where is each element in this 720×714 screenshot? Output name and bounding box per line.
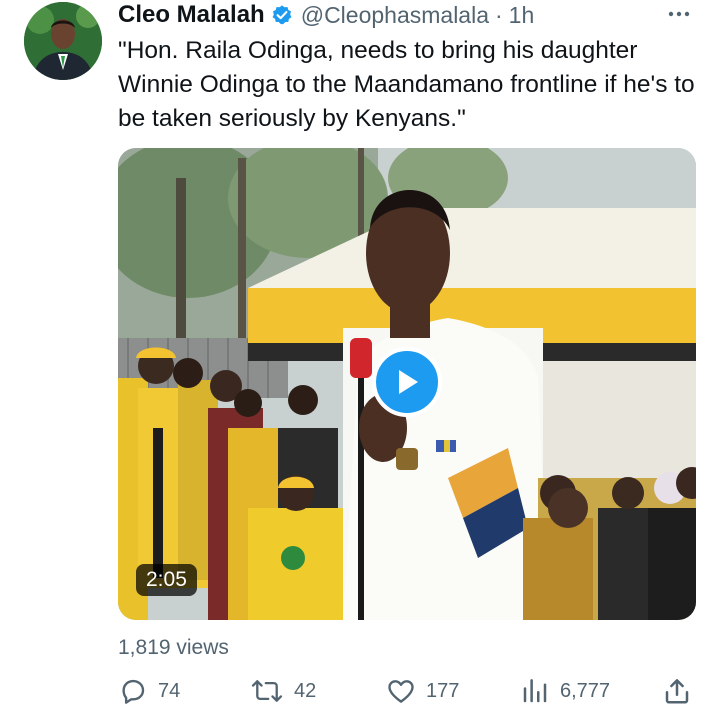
share-button[interactable] xyxy=(662,676,692,706)
action-bar: 74 42 177 6,777 xyxy=(118,676,698,710)
avatar[interactable] xyxy=(24,2,102,80)
view-count[interactable]: 1,819 views xyxy=(118,636,229,660)
author-handle[interactable]: @Cleophasmalala xyxy=(301,2,489,29)
video-duration: 2:05 xyxy=(136,564,197,596)
reply-icon xyxy=(122,679,145,704)
header-separator: · xyxy=(495,1,503,28)
analytics-count: 6,777 xyxy=(560,679,611,702)
tweet-time[interactable]: 1h xyxy=(509,2,535,29)
play-button[interactable] xyxy=(372,347,442,417)
play-icon xyxy=(399,370,418,394)
heart-icon xyxy=(388,680,414,703)
reply-button[interactable]: 74 xyxy=(118,676,180,706)
verified-badge-icon xyxy=(271,4,293,26)
like-count: 177 xyxy=(426,679,460,702)
tweet-text: "Hon. Raila Odinga, needs to bring his d… xyxy=(118,37,695,132)
more-options-icon[interactable] xyxy=(666,0,692,33)
analytics-button[interactable]: 6,777 xyxy=(520,676,610,706)
tweet-header: Cleo Malalah @Cleophasmalala · 1h xyxy=(118,0,534,30)
avatar-photo xyxy=(24,2,102,80)
retweet-button[interactable]: 42 xyxy=(250,676,316,706)
reply-count: 74 xyxy=(158,679,181,702)
author-name[interactable]: Cleo Malalah xyxy=(118,1,265,29)
share-icon xyxy=(665,679,689,704)
like-button[interactable]: 177 xyxy=(386,676,459,706)
retweet-icon xyxy=(251,680,283,702)
retweet-count: 42 xyxy=(294,679,317,702)
video-player[interactable]: 2:05 xyxy=(118,148,696,620)
analytics-icon xyxy=(523,679,547,703)
